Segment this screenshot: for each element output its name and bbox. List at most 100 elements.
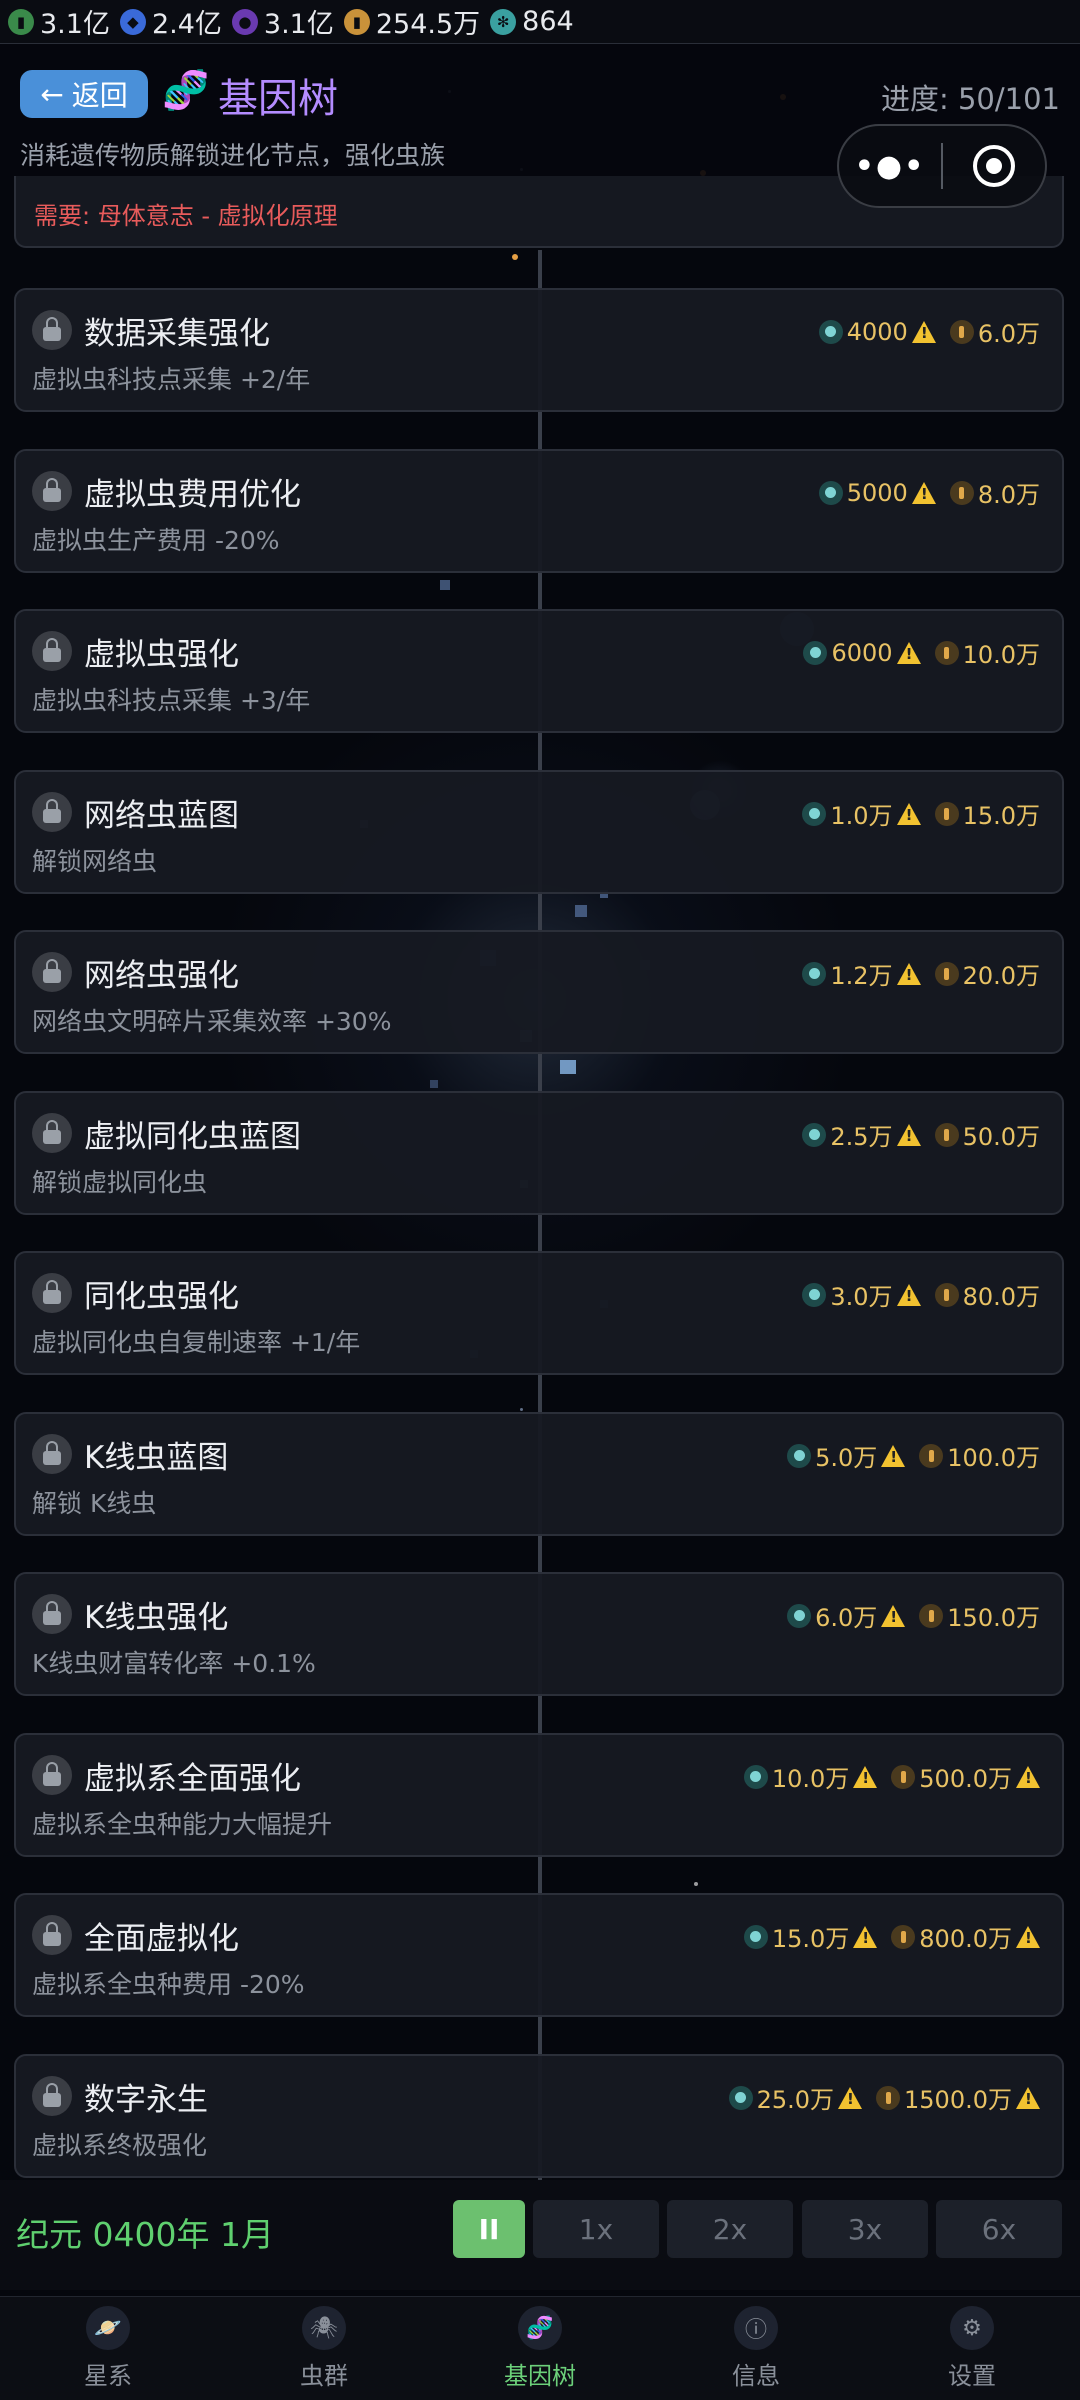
coin-cost: 800.0万 [891, 1919, 1040, 1954]
warning-icon [896, 1283, 921, 1306]
warning-icon [896, 1123, 921, 1146]
coin-cost-value: 100.0万 [947, 1444, 1040, 1472]
gem-cost: 4000 [818, 317, 936, 346]
nav-item-2[interactable]: 🧬 基因树 [432, 2297, 648, 2400]
node-name: K线虫强化 [84, 1600, 229, 1636]
lock-icon [32, 310, 72, 350]
gem-cost-value: 1.2万 [830, 962, 893, 990]
node-description: 解锁网络虫 [32, 847, 158, 876]
miniprogram-capsule: •●• [837, 124, 1047, 208]
warning-icon [896, 641, 921, 664]
info-icon: ⓘ [734, 2306, 778, 2350]
back-button[interactable]: ← 返回 [20, 70, 148, 118]
coin-cost-value: 500.0万 [919, 1765, 1012, 1793]
gear-icon: ⚙ [950, 2306, 994, 2350]
node-name: 虚拟虫费用优化 [84, 477, 301, 513]
gem-cost: 15.0万 [743, 1919, 878, 1954]
resource-3: ▮ 254.5万 [343, 2, 480, 41]
gene-node-card[interactable]: K线虫强化 K线虫财富转化率 +0.1% 6.0万 150.0万 [14, 1572, 1064, 1696]
speed-3x-button[interactable]: 3x [802, 2200, 928, 2258]
gem-cost-value: 5.0万 [815, 1444, 878, 1472]
gene-node-card[interactable]: 虚拟虫强化虚拟虫科技点采集 +3/年 6000 10.0万 [14, 609, 1064, 733]
gem-cost: 3.0万 [802, 1277, 921, 1312]
nav-item-1[interactable]: 🕷 虫群 [216, 2297, 432, 2400]
coin-icon [876, 2085, 901, 2110]
gene-node-card[interactable]: 虚拟同化虫蓝图解锁虚拟同化虫 2.5万 50.0万 [14, 1091, 1064, 1215]
coin-icon [919, 1603, 944, 1628]
speed-6x-button[interactable]: 6x [936, 2200, 1062, 2258]
coin-cost-value: 6.0万 [977, 320, 1040, 348]
page-title: 基因树 [218, 76, 338, 122]
gem-cost-value: 25.0万 [756, 2086, 835, 2114]
coin-cost: 10.0万 [934, 635, 1040, 670]
lock-icon [32, 1755, 72, 1795]
nav-item-3[interactable]: ⓘ 信息 [648, 2297, 864, 2400]
gene-node-card[interactable]: 网络虫强化网络虫文明碎片采集效率 +30% 1.2万 20.0万 [14, 930, 1064, 1054]
coin-cost: 15.0万 [934, 796, 1040, 831]
resource-bar: ▮ 3.1亿 ◆ 2.4亿 ● 3.1亿 ▮ 254.5万 ✻ 864 [0, 0, 1080, 44]
coin-icon: ▮ [343, 8, 370, 35]
planet-icon: 🪐 [86, 2306, 130, 2350]
resource-4: ✻ 864 [490, 6, 574, 37]
gem-cost-value: 1.0万 [830, 802, 893, 830]
node-name: 虚拟虫强化 [84, 637, 239, 673]
coin-cost: 500.0万 [891, 1759, 1040, 1794]
coin-icon [934, 640, 959, 665]
nav-label: 基因树 [504, 2362, 576, 2390]
gem-cost: 6.0万 [787, 1598, 906, 1633]
speed-1x-button[interactable]: 1x [533, 2200, 659, 2258]
node-description: 解锁 K线虫 [32, 1489, 157, 1518]
coin-cost-value: 50.0万 [962, 1123, 1040, 1151]
coin-icon [934, 961, 959, 986]
resource-value: 864 [522, 6, 574, 37]
resource-value: 3.1亿 [263, 9, 334, 40]
coin-cost-value: 10.0万 [962, 641, 1040, 669]
gem-cost: 1.0万 [802, 796, 921, 831]
gem-icon [787, 1443, 812, 1468]
node-description: 虚拟系全虫种能力大幅提升 [32, 1810, 333, 1839]
gene-node-card[interactable]: 数据采集强化虚拟虫科技点采集 +2/年 4000 6.0万 [14, 288, 1064, 412]
node-name: 网络虫蓝图 [84, 798, 239, 834]
gem-icon [743, 1764, 768, 1789]
gear-gem-icon: ✻ [490, 8, 517, 35]
coin-cost-value: 150.0万 [947, 1604, 1040, 1632]
gene-node-card[interactable]: 数字永生虚拟系终极强化 25.0万 1500.0万 [14, 2054, 1064, 2178]
gene-node-card[interactable]: 同化虫强化虚拟同化虫自复制速率 +1/年 3.0万 80.0万 [14, 1251, 1064, 1375]
warning-icon [1016, 1925, 1040, 1948]
time-control-bar: 纪元 0400年 1月 II 1x 2x 3x 6x [0, 2180, 1080, 2290]
gene-node-card[interactable]: 网络虫蓝图解锁网络虫 1.0万 15.0万 [14, 770, 1064, 894]
close-target-icon[interactable] [943, 145, 1045, 187]
gene-node-card[interactable]: K线虫蓝图解锁 K线虫 5.0万 100.0万 [14, 1412, 1064, 1536]
coin-cost: 50.0万 [934, 1117, 1040, 1152]
nav-item-0[interactable]: 🪐 星系 [0, 2297, 216, 2400]
node-description: 虚拟系全虫种费用 -20% [32, 1970, 305, 1999]
node-cost: 3.0万 80.0万 [802, 1277, 1040, 1312]
coin-cost: 100.0万 [919, 1438, 1040, 1473]
nav-item-4[interactable]: ⚙ 设置 [864, 2297, 1080, 2400]
node-name: K线虫蓝图 [84, 1440, 229, 1476]
gene-node-card[interactable]: 全面虚拟化虚拟系全虫种费用 -20% 15.0万 800.0万 [14, 1893, 1064, 2017]
resource-0: ▮ 3.1亿 [8, 2, 110, 41]
resource-value: 3.1亿 [40, 9, 110, 40]
bug-icon: 🕷 [302, 2306, 346, 2350]
more-options-icon[interactable]: •●• [839, 149, 941, 184]
gem-icon [818, 480, 843, 505]
nav-label: 虫群 [300, 2362, 348, 2390]
warning-icon [853, 1765, 878, 1788]
gem-cost-value: 4000 [846, 317, 908, 346]
pause-button[interactable]: II [453, 2200, 525, 2258]
node-name: 同化虫强化 [84, 1279, 239, 1315]
node-cost: 1.0万 15.0万 [802, 796, 1040, 831]
coin-cost: 20.0万 [934, 956, 1040, 991]
gem-cost: 2.5万 [802, 1117, 921, 1152]
node-description: K线虫财富转化率 +0.1% [32, 1649, 316, 1678]
gene-node-card[interactable]: 虚拟虫费用优化虚拟虫生产费用 -20% 5000 8.0万 [14, 449, 1064, 573]
coin-cost: 6.0万 [949, 314, 1040, 349]
node-description: 网络虫文明碎片采集效率 +30% [32, 1007, 392, 1036]
node-requirement: 需要: 母体意志 - 虚拟化原理 [34, 202, 338, 230]
nav-label: 信息 [732, 2362, 780, 2390]
gem-cost-value: 2.5万 [830, 1123, 893, 1151]
warning-icon [1016, 2086, 1040, 2109]
speed-2x-button[interactable]: 2x [667, 2200, 793, 2258]
gene-node-card[interactable]: 虚拟系全面强化虚拟系全虫种能力大幅提升 10.0万 500.0万 [14, 1733, 1064, 1857]
